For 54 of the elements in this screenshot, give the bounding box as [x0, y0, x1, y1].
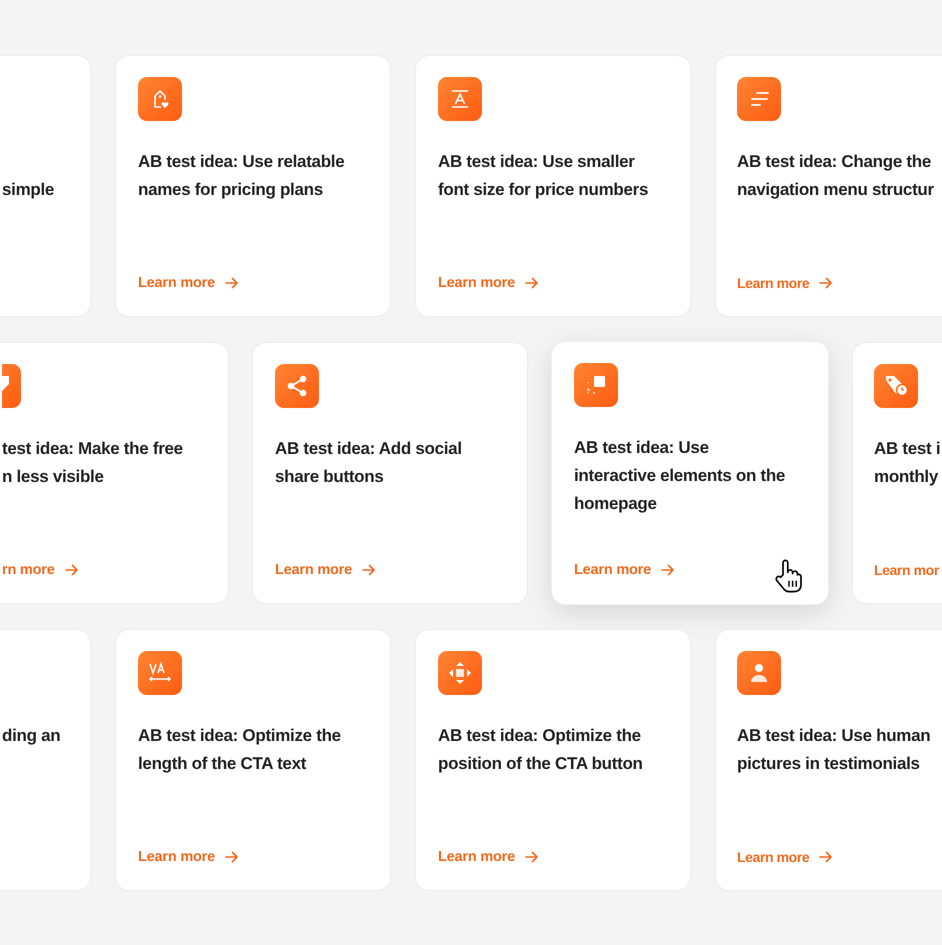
card-background[interactable]: AB test i monthly Learn mor: [852, 342, 942, 604]
move-icon: [438, 651, 482, 695]
hand-cursor-icon: [774, 558, 804, 594]
card-background[interactable]: test idea: Make the free n less visible rn more: [0, 342, 229, 604]
person-icon: [737, 651, 781, 695]
card-background[interactable]: simple: [0, 55, 91, 317]
card-title: ding an: [2, 725, 60, 747]
card-title: length of the CTA text: [138, 753, 306, 775]
card-title: AB test idea: Change the: [737, 151, 931, 173]
card-title: share buttons: [275, 466, 384, 488]
card-background[interactable]: AB test idea: Use human pictures in testimonials Learn more: [715, 629, 942, 891]
layers-icon: [574, 363, 618, 407]
card-title: position of the CTA button: [438, 753, 643, 775]
card-background[interactable]: ding an: [0, 629, 91, 891]
card-title: test idea: Make the free: [2, 438, 183, 460]
card-title: names for pricing plans: [138, 179, 323, 201]
card-title: AB test idea: Use: [574, 437, 709, 459]
card-title: font size for price numbers: [438, 179, 648, 201]
card-title: monthly: [874, 466, 938, 488]
arrow-right-icon: [524, 276, 539, 290]
arrow-right-icon: [819, 850, 834, 864]
card-title: AB test idea: Optimize the: [438, 725, 641, 747]
card-background[interactable]: AB test idea: Add social share buttons Learn more: [252, 342, 528, 604]
card-background[interactable]: AB test idea: Use smaller font size for price numbers Learn more: [415, 55, 691, 317]
card-title: AB test idea: Use relatable: [138, 151, 344, 173]
card-title: AB test i: [874, 438, 940, 460]
card-background[interactable]: AB test idea: Use relatable names for pricing plans Learn more: [115, 55, 391, 317]
card-title: interactive elements on the: [574, 465, 786, 487]
arrow-right-icon: [224, 850, 239, 864]
card-title: n less visible: [2, 466, 104, 488]
tag-clock-icon: [874, 364, 918, 408]
text-width-icon: [138, 651, 182, 695]
card-title: AB test idea: Use human: [737, 725, 930, 747]
card-title: AB test idea: Add social: [275, 438, 462, 460]
arrow-right-icon: [224, 276, 239, 290]
card-title: homepage: [574, 493, 657, 515]
card-background[interactable]: AB test idea: Use interactive elements on the homepage Learn more: [551, 341, 829, 605]
card-background[interactable]: AB test idea: Optimize the position of the CTA button Learn more: [415, 629, 691, 891]
card-title: navigation menu structur: [737, 179, 934, 201]
text-size-icon: [438, 77, 482, 121]
arrow-right-icon: [819, 276, 834, 290]
card-background[interactable]: AB test idea: Change the navigation menu structur Learn more: [715, 55, 942, 317]
card-title: AB test idea: Optimize the: [138, 725, 341, 747]
arrow-right-icon: [660, 563, 675, 577]
tag-icon: [2, 364, 21, 408]
arrow-right-icon: [524, 850, 539, 864]
arrow-right-icon: [362, 563, 376, 577]
card-title: simple: [2, 179, 54, 201]
arrow-right-icon: [64, 563, 79, 577]
share-icon: [275, 364, 319, 408]
card-background[interactable]: AB test idea: Optimize the length of the CTA text Learn more: [115, 629, 391, 891]
text-lines-icon: [737, 77, 781, 121]
card-title: pictures in testimonials: [737, 753, 920, 775]
card-title: AB test idea: Use smaller: [438, 151, 635, 173]
